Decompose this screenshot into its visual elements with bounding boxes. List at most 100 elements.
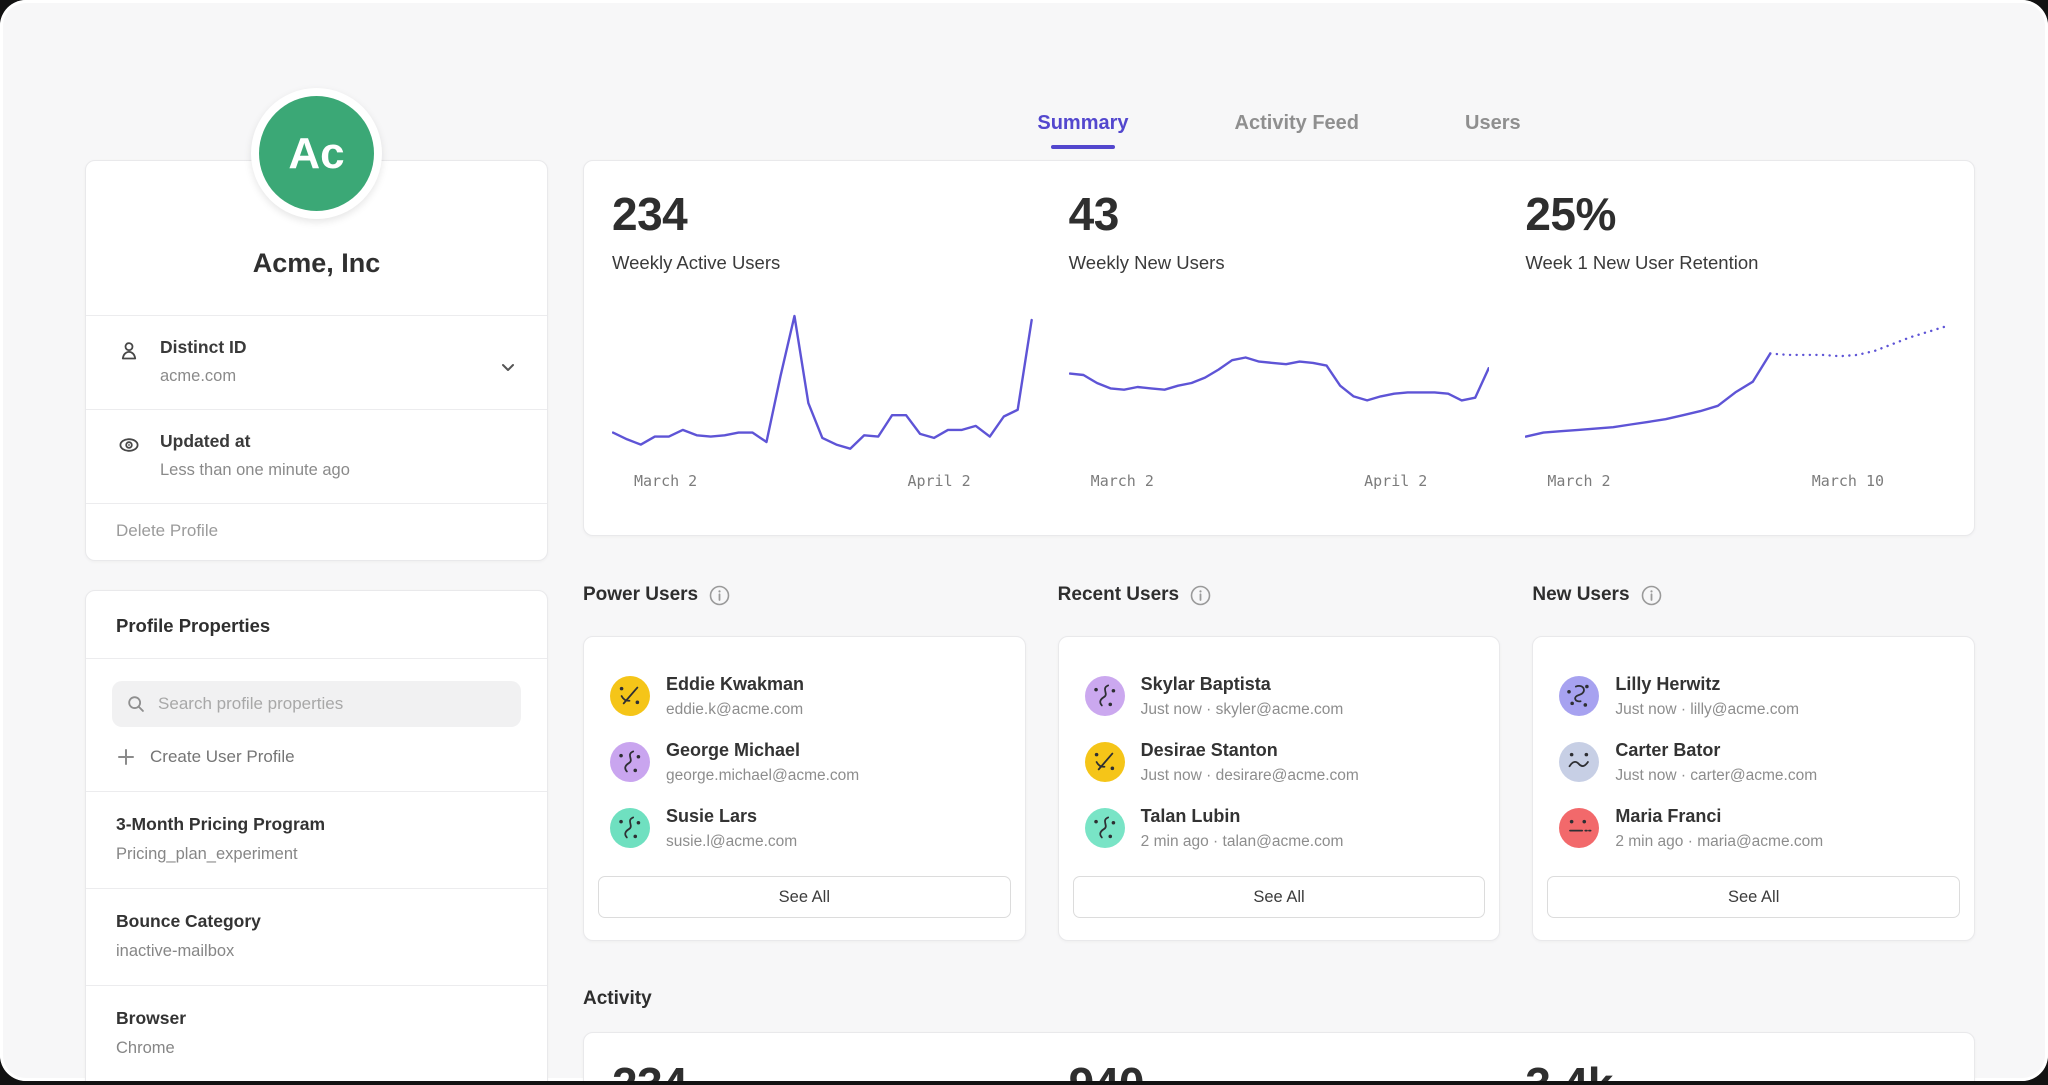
info-icon[interactable] bbox=[1190, 585, 1211, 606]
chevron-down-icon[interactable] bbox=[495, 354, 521, 380]
x-axis-ticks: March 2 March 10 bbox=[1525, 472, 1946, 490]
updated-at-label: Updated at bbox=[160, 431, 350, 452]
activity-stat-panel: 234 bbox=[612, 1061, 1033, 1081]
property-name: Browser bbox=[116, 1008, 517, 1029]
user-avatar bbox=[610, 808, 650, 848]
user-meta: Just now · carter@acme.com bbox=[1615, 767, 1817, 785]
profile-card: Acme, Inc Distinct ID acme.com Update bbox=[85, 160, 548, 561]
property-item: Bounce Category inactive-mailbox bbox=[86, 889, 547, 986]
activity-stat-value: 3.4k bbox=[1525, 1061, 1946, 1081]
user-row[interactable]: George Michael george.michael@acme.com bbox=[610, 729, 999, 795]
section-power-users: Power Users Eddie Kwakman eddie.k@acme.c… bbox=[583, 584, 1026, 941]
sparkline-chart bbox=[612, 308, 1033, 458]
app-screen: Ac Acme, Inc Distinct ID acme.com bbox=[0, 0, 2048, 1081]
plus-icon bbox=[116, 747, 136, 767]
user-row[interactable]: Carter Bator Just now · carter@acme.com bbox=[1559, 729, 1948, 795]
user-row[interactable]: Eddie Kwakman eddie.k@acme.com bbox=[610, 663, 999, 729]
tick-label: March 10 bbox=[1812, 472, 1884, 490]
see-all-button[interactable]: See All bbox=[1073, 876, 1486, 918]
stat-label: Weekly Active Users bbox=[612, 252, 1033, 274]
user-row[interactable]: Talan Lubin 2 min ago · talan@acme.com bbox=[1085, 795, 1474, 861]
activity-stat-panel: 3.4k bbox=[1525, 1061, 1946, 1081]
see-all-button[interactable]: See All bbox=[1547, 876, 1960, 918]
person-icon bbox=[116, 338, 142, 364]
property-item: Browser Chrome bbox=[86, 986, 547, 1081]
info-icon[interactable] bbox=[709, 585, 730, 606]
user-avatar bbox=[1085, 742, 1125, 782]
activity-stat-panel: 940 bbox=[1069, 1061, 1490, 1081]
distinct-id-texts: Distinct ID acme.com bbox=[160, 337, 247, 386]
section-recent-users: Recent Users Skylar Baptista Just now · … bbox=[1058, 584, 1501, 941]
user-name: George Michael bbox=[666, 740, 859, 761]
sparkline-chart bbox=[1069, 308, 1490, 458]
activity-stat-value: 940 bbox=[1069, 1061, 1490, 1081]
user-name: Talan Lubin bbox=[1141, 806, 1344, 827]
user-avatar bbox=[1085, 676, 1125, 716]
eye-icon bbox=[116, 432, 142, 458]
stat-label: Weekly New Users bbox=[1069, 252, 1490, 274]
tab-summary[interactable]: Summary bbox=[1037, 112, 1128, 151]
info-icon[interactable] bbox=[1641, 585, 1662, 606]
sparkline-chart bbox=[1525, 308, 1946, 458]
stat-value: 234 bbox=[612, 191, 1033, 237]
user-row[interactable]: Maria Franci 2 min ago · maria@acme.com bbox=[1559, 795, 1948, 861]
activity-stat-value: 234 bbox=[612, 1061, 1033, 1081]
see-all-button[interactable]: See All bbox=[598, 876, 1011, 918]
stat-value: 25% bbox=[1525, 191, 1946, 237]
x-axis-ticks: March 2 April 2 bbox=[612, 472, 1033, 490]
user-meta: 2 min ago · talan@acme.com bbox=[1141, 833, 1344, 851]
user-meta: george.michael@acme.com bbox=[666, 767, 859, 785]
distinct-id-label: Distinct ID bbox=[160, 337, 247, 358]
summary-card: 234 Weekly Active Users March 2 April 2 … bbox=[583, 160, 1975, 536]
create-user-profile-button[interactable]: Create User Profile bbox=[86, 727, 547, 792]
property-name: Bounce Category bbox=[116, 911, 517, 932]
divider bbox=[86, 658, 547, 659]
user-avatar bbox=[1559, 808, 1599, 848]
user-meta: Just now · skyler@acme.com bbox=[1141, 701, 1344, 719]
user-row[interactable]: Lilly Herwitz Just now · lilly@acme.com bbox=[1559, 663, 1948, 729]
profile-properties-card: Profile Properties Create User Profile 3… bbox=[85, 590, 548, 1081]
user-avatar bbox=[610, 742, 650, 782]
user-meta: Just now · lilly@acme.com bbox=[1615, 701, 1799, 719]
user-name: Carter Bator bbox=[1615, 740, 1817, 761]
tick-label: April 2 bbox=[1364, 472, 1427, 490]
tick-label: March 2 bbox=[1547, 472, 1610, 490]
profile-properties-title: Profile Properties bbox=[86, 591, 547, 658]
user-avatar bbox=[610, 676, 650, 716]
user-row[interactable]: Susie Lars susie.l@acme.com bbox=[610, 795, 999, 861]
user-name: Skylar Baptista bbox=[1141, 674, 1344, 695]
profile-properties-search[interactable] bbox=[112, 681, 521, 727]
distinct-id-value: acme.com bbox=[160, 367, 247, 386]
user-card: Lilly Herwitz Just now · lilly@acme.com … bbox=[1532, 636, 1975, 941]
property-item: 3-Month Pricing Program Pricing_plan_exp… bbox=[86, 792, 547, 889]
section-header: Recent Users bbox=[1058, 584, 1501, 606]
user-name: Maria Franci bbox=[1615, 806, 1823, 827]
weekly-new-users-panel: 43 Weekly New Users March 2 April 2 bbox=[1069, 191, 1490, 505]
user-card: Eddie Kwakman eddie.k@acme.com George Mi… bbox=[583, 636, 1026, 941]
user-meta: Just now · desirare@acme.com bbox=[1141, 767, 1359, 785]
tick-label: April 2 bbox=[907, 472, 970, 490]
property-value: Pricing_plan_experiment bbox=[116, 845, 517, 864]
section-title: Power Users bbox=[583, 584, 698, 606]
user-avatar bbox=[1085, 808, 1125, 848]
search-icon bbox=[126, 693, 146, 715]
tab-users[interactable]: Users bbox=[1465, 112, 1521, 151]
user-avatar bbox=[1559, 742, 1599, 782]
search-input[interactable] bbox=[156, 693, 507, 715]
tick-label: March 2 bbox=[634, 472, 697, 490]
user-card: Skylar Baptista Just now · skyler@acme.c… bbox=[1058, 636, 1501, 941]
section-title: New Users bbox=[1532, 584, 1629, 606]
tab-activity-feed[interactable]: Activity Feed bbox=[1235, 112, 1359, 151]
updated-at-row: Updated at Less than one minute ago bbox=[86, 409, 547, 503]
weekly-active-users-panel: 234 Weekly Active Users March 2 April 2 bbox=[612, 191, 1033, 505]
user-row[interactable]: Skylar Baptista Just now · skyler@acme.c… bbox=[1085, 663, 1474, 729]
user-row[interactable]: Desirae Stanton Just now · desirare@acme… bbox=[1085, 729, 1474, 795]
user-name: Susie Lars bbox=[666, 806, 797, 827]
updated-at-texts: Updated at Less than one minute ago bbox=[160, 431, 350, 480]
property-value: Chrome bbox=[116, 1039, 517, 1058]
distinct-id-row: Distinct ID acme.com bbox=[86, 315, 547, 409]
section-title: Recent Users bbox=[1058, 584, 1179, 606]
section-header: New Users bbox=[1532, 584, 1975, 606]
delete-profile-button[interactable]: Delete Profile bbox=[86, 503, 547, 560]
section-new-users: New Users Lilly Herwitz Just now · lilly… bbox=[1532, 584, 1975, 941]
